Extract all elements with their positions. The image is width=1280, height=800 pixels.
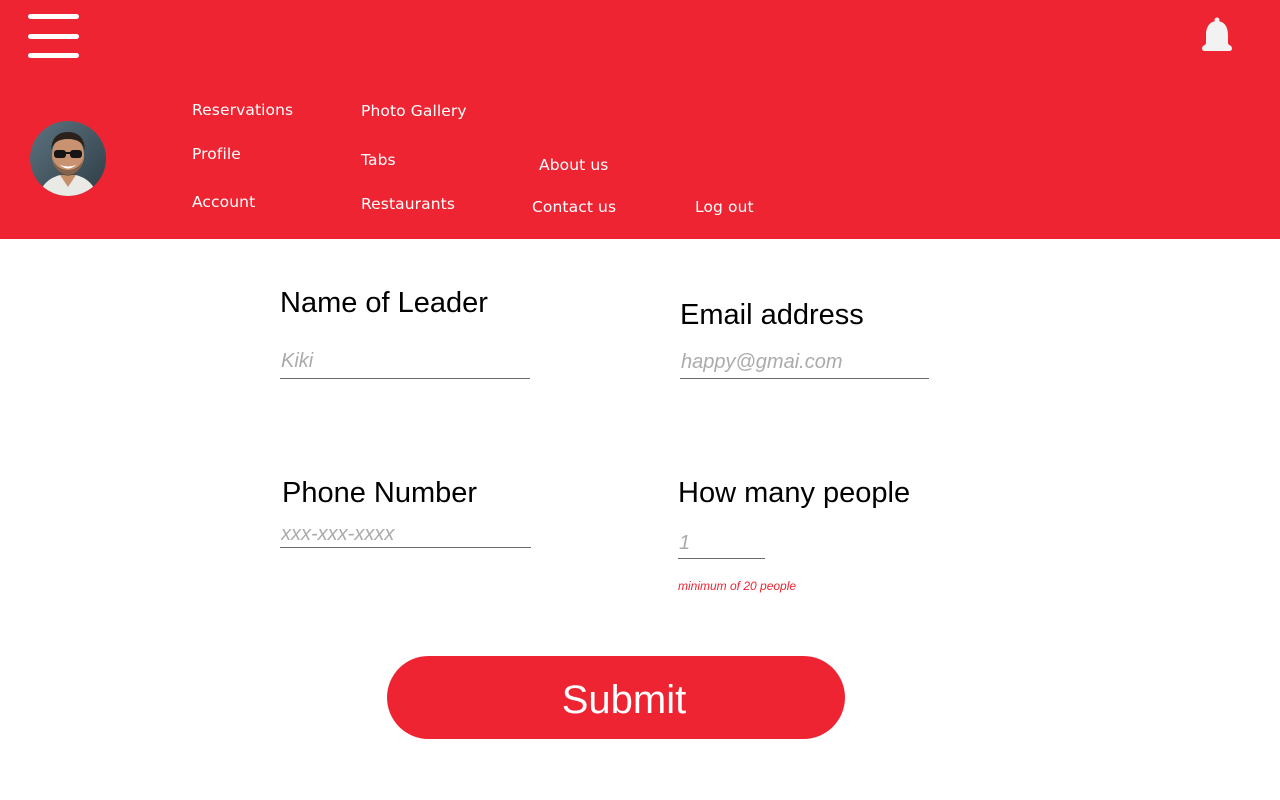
nav-restaurants[interactable]: Restaurants: [361, 195, 455, 213]
email-label: Email address: [680, 299, 864, 331]
nav-reservations[interactable]: Reservations: [192, 101, 293, 119]
nav-contact-us[interactable]: Contact us: [532, 198, 616, 216]
leader-name-input[interactable]: [280, 344, 530, 379]
phone-number-input[interactable]: [280, 521, 531, 548]
people-count-label: How many people: [678, 477, 911, 509]
menu-line: [28, 14, 79, 19]
nav-profile[interactable]: Profile: [192, 145, 241, 163]
nav-tabs[interactable]: Tabs: [361, 151, 396, 169]
nav-photo-gallery[interactable]: Photo Gallery: [361, 102, 467, 120]
nav-log-out[interactable]: Log out: [695, 198, 754, 216]
hamburger-menu-icon[interactable]: [28, 14, 80, 60]
user-avatar[interactable]: [30, 121, 106, 196]
menu-line: [28, 53, 79, 58]
email-input[interactable]: [680, 347, 929, 379]
top-header-bar: Reservations Profile Account Photo Galle…: [0, 0, 1280, 239]
menu-line: [28, 34, 79, 39]
bell-icon[interactable]: [1198, 16, 1236, 56]
phone-number-label: Phone Number: [282, 477, 478, 509]
nav-about-us[interactable]: About us: [539, 156, 608, 174]
people-minimum-hint: minimum of 20 people: [678, 579, 797, 593]
submit-button[interactable]: Submit: [387, 656, 845, 739]
leader-name-label: Name of Leader: [280, 287, 488, 319]
nav-account[interactable]: Account: [192, 193, 255, 211]
people-count-input[interactable]: [678, 528, 765, 559]
